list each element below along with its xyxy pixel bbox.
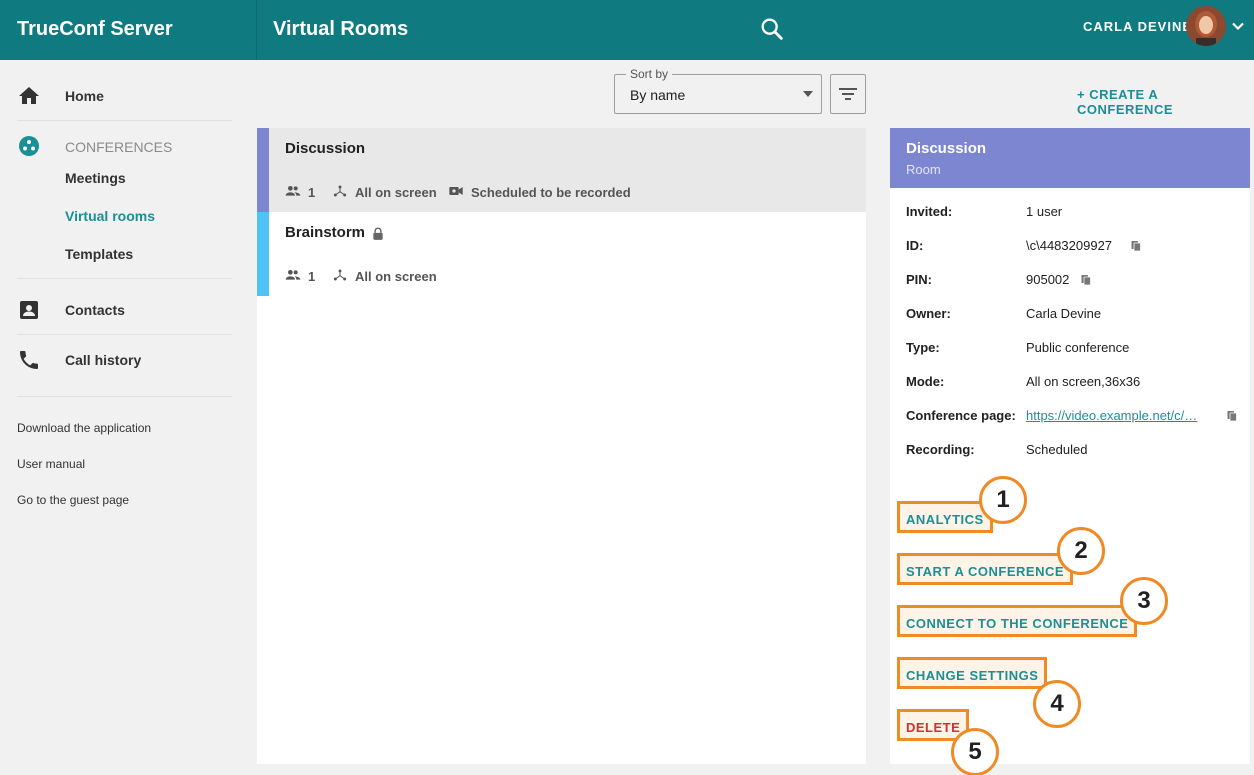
pin-label: PIN: <box>906 272 932 287</box>
callout-badge: 5 <box>951 728 999 775</box>
filter-icon <box>839 88 857 100</box>
download-app-link[interactable]: Download the application <box>17 421 151 435</box>
start-conference-button[interactable]: START A CONFERENCE <box>897 553 1074 585</box>
avatar[interactable] <box>1186 6 1226 46</box>
sidebar-item-label: Home <box>65 88 104 104</box>
contacts-icon <box>17 298 41 322</box>
filter-button[interactable] <box>830 74 866 114</box>
list-item-discussion[interactable]: Discussion 1 All on screen Scheduled to … <box>257 128 866 212</box>
room-name: Brainstorm <box>285 224 366 241</box>
callout-badge: 4 <box>1033 680 1081 728</box>
owner-label: Owner: <box>906 306 951 321</box>
details-subtitle: Room <box>906 162 941 177</box>
connect-conference-button[interactable]: CONNECT TO THE CONFERENCE <box>897 605 1138 637</box>
mode-label: Mode: <box>906 374 945 389</box>
search-icon[interactable] <box>758 15 786 43</box>
sidebar-item-templates[interactable]: Templates <box>65 246 133 262</box>
callout-badge: 3 <box>1120 577 1168 625</box>
lock-icon <box>373 227 383 240</box>
user-name[interactable]: CARLA DEVINE <box>1083 19 1192 34</box>
brand-area: TrueConf Server <box>0 0 257 60</box>
details-title: Discussion <box>906 140 987 157</box>
copy-icon[interactable] <box>1226 409 1238 423</box>
analytics-button[interactable]: ANALYTICS <box>897 501 993 533</box>
participants-icon <box>285 270 301 280</box>
brand-title: TrueConf Server <box>17 18 173 40</box>
details-header: Discussion Room <box>890 128 1250 188</box>
room-mode: All on screen <box>355 269 437 284</box>
page-title: Virtual Rooms <box>273 18 409 40</box>
copy-icon[interactable] <box>1080 273 1092 287</box>
chevron-down-icon[interactable] <box>1228 16 1248 36</box>
top-bar: TrueConf Server Virtual Rooms CARLA DEVI… <box>0 0 1254 60</box>
details-panel: Discussion Room Invited: 1 user ID: \c\4… <box>890 128 1250 775</box>
sidebar: Home CONFERENCES Meetings Virtual rooms … <box>0 60 257 775</box>
room-mode: All on screen <box>355 185 437 200</box>
mode-value: All on screen,36x36 <box>1026 374 1141 389</box>
sidebar-item-contacts[interactable]: Contacts <box>0 290 240 330</box>
room-color-stripe <box>257 128 269 212</box>
sidebar-item-label: Call history <box>65 352 142 368</box>
home-icon <box>17 84 41 108</box>
sidebar-section-conferences: CONFERENCES <box>65 139 173 155</box>
change-settings-button[interactable]: CHANGE SETTINGS <box>897 657 1048 689</box>
invited-value: 1 user <box>1026 204 1063 219</box>
divider <box>17 334 232 335</box>
participant-count: 1 <box>308 185 316 200</box>
copy-icon[interactable] <box>1130 239 1142 253</box>
sidebar-item-call-history[interactable]: Call history <box>0 340 240 380</box>
room-list: Discussion 1 All on screen Scheduled to … <box>257 128 866 764</box>
conference-page-link[interactable]: https://video.example.net/c/… <box>1026 408 1216 423</box>
id-label: ID: <box>906 238 924 253</box>
owner-value: Carla Devine <box>1026 306 1102 321</box>
room-recording: Scheduled to be recorded <box>471 185 631 200</box>
divider <box>17 396 232 397</box>
invited-label: Invited: <box>906 204 953 219</box>
guest-page-link[interactable]: Go to the guest page <box>17 493 129 507</box>
room-color-stripe <box>257 212 269 296</box>
sidebar-item-virtual-rooms[interactable]: Virtual rooms <box>65 208 155 224</box>
type-label: Type: <box>906 340 940 355</box>
sort-select[interactable]: Sort by By name <box>614 67 822 114</box>
layout-icon <box>333 185 347 197</box>
recording-icon <box>449 187 463 195</box>
list-item-brainstorm[interactable]: Brainstorm 1 All on screen <box>257 212 866 296</box>
participants-icon <box>285 186 301 196</box>
pin-value: 905002 <box>1026 272 1070 287</box>
recording-value: Scheduled <box>1026 442 1088 457</box>
divider <box>17 120 232 121</box>
sort-value: By name <box>630 87 686 103</box>
sort-label: Sort by <box>626 67 673 81</box>
sidebar-item-label: Contacts <box>65 302 125 318</box>
conference-page-label: Conference page: <box>906 408 1016 423</box>
layout-icon <box>333 269 347 281</box>
type-value: Public conference <box>1026 340 1130 355</box>
recording-label: Recording: <box>906 442 975 457</box>
divider <box>17 278 232 279</box>
conferences-icon <box>17 134 41 158</box>
dropdown-arrow-icon <box>803 91 813 97</box>
room-name: Discussion <box>285 140 366 157</box>
phone-icon <box>17 348 41 372</box>
create-conference-button[interactable]: + CREATE A CONFERENCE <box>1077 87 1254 117</box>
sidebar-item-home[interactable]: Home <box>0 76 240 116</box>
sidebar-item-meetings[interactable]: Meetings <box>65 170 126 186</box>
id-value: \c\4483209927 <box>1026 238 1113 253</box>
participant-count: 1 <box>308 269 316 284</box>
callout-badge: 1 <box>979 476 1027 524</box>
callout-badge: 2 <box>1057 527 1105 575</box>
user-manual-link[interactable]: User manual <box>17 457 85 471</box>
